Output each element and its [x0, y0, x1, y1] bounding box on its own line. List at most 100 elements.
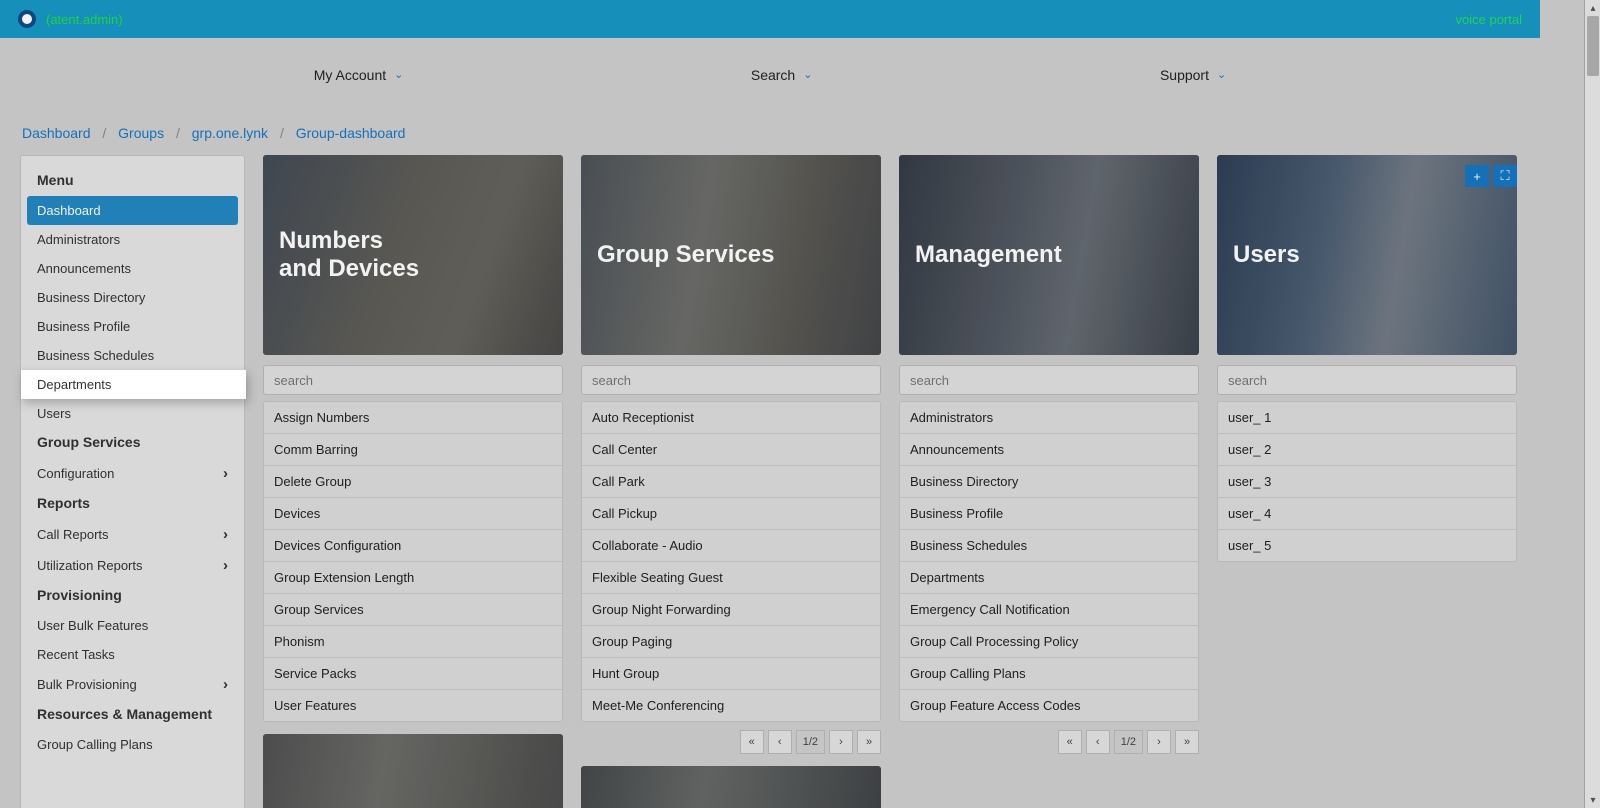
list-item[interactable]: Business Directory	[900, 466, 1198, 498]
column-hero[interactable]: Group Services	[581, 155, 881, 355]
nav-support[interactable]: Support ⌄	[1160, 67, 1226, 83]
sidebar-item[interactable]: Recent Tasks	[21, 640, 244, 669]
mini-hero-overlay	[581, 766, 881, 808]
hierarchy-icon[interactable]: ⛶	[1493, 165, 1517, 187]
list-item[interactable]: Administrators	[900, 402, 1198, 434]
list-item[interactable]: Emergency Call Notification	[900, 594, 1198, 626]
list-item[interactable]: user_ 3	[1218, 466, 1516, 498]
sidebar-item[interactable]: Business Schedules	[21, 341, 244, 370]
list-item[interactable]: Business Profile	[900, 498, 1198, 530]
pager-last[interactable]: »	[1175, 730, 1199, 754]
search-input[interactable]	[899, 365, 1199, 395]
sidebar-item-label: Call Reports	[37, 527, 109, 542]
list-item[interactable]: Departments	[900, 562, 1198, 594]
list-item[interactable]: Call Center	[582, 434, 880, 466]
sidebar-item-label: Recent Tasks	[37, 647, 115, 662]
scroll-up-icon[interactable]: ▴	[1585, 0, 1600, 16]
nav-my-account[interactable]: My Account ⌄	[314, 67, 404, 83]
sidebar-item[interactable]: Utilization Reports›	[21, 550, 244, 581]
sidebar-item[interactable]: Users	[21, 399, 244, 428]
nav-search[interactable]: Search ⌄	[751, 67, 813, 83]
list-item[interactable]: Group Services	[264, 594, 562, 626]
breadcrumb: Dashboard / Groups / grp.one.lynk / Grou…	[0, 111, 1540, 145]
list-item[interactable]: Announcements	[900, 434, 1198, 466]
list-item[interactable]: user_ 4	[1218, 498, 1516, 530]
sidebar-item[interactable]: User Bulk Features	[21, 611, 244, 640]
list-item[interactable]: Service Packs	[264, 658, 562, 690]
list-item[interactable]: Group Night Forwarding	[582, 594, 880, 626]
mini-hero[interactable]	[581, 766, 881, 808]
sidebar-item[interactable]: Business Profile	[21, 312, 244, 341]
list-item[interactable]: Call Pickup	[582, 498, 880, 530]
sidebar-section-title: Group Services	[21, 428, 244, 458]
sidebar-item[interactable]: Group Calling Plans	[21, 730, 244, 759]
list-item[interactable]: Assign Numbers	[264, 402, 562, 434]
page-scrollbar[interactable]: ▴ ▾	[1584, 0, 1600, 808]
column-title: Numbersand Devices	[279, 227, 419, 282]
portal-label[interactable]: voice portal	[1456, 12, 1522, 27]
list-item[interactable]: Group Extension Length	[264, 562, 562, 594]
sidebar-item[interactable]: Business Directory	[21, 283, 244, 312]
column-hero[interactable]: Management	[899, 155, 1199, 355]
list-item[interactable]: User Features	[264, 690, 562, 721]
column-search	[1217, 365, 1517, 395]
list-item[interactable]: Delete Group	[264, 466, 562, 498]
list-item[interactable]: user_ 1	[1218, 402, 1516, 434]
list-item[interactable]: Flexible Seating Guest	[582, 562, 880, 594]
sidebar: MenuDashboardAdministratorsAnnouncements…	[20, 155, 245, 808]
list-item[interactable]: Call Park	[582, 466, 880, 498]
list-item[interactable]: Devices	[264, 498, 562, 530]
add-icon[interactable]: +	[1465, 165, 1489, 187]
list-item[interactable]: Auto Receptionist	[582, 402, 880, 434]
list-item[interactable]: Meet-Me Conferencing	[582, 690, 880, 721]
sidebar-item[interactable]: Administrators	[21, 225, 244, 254]
pager-first[interactable]: «	[1058, 730, 1082, 754]
list-item[interactable]: Group Feature Access Codes	[900, 690, 1198, 721]
list-item[interactable]: user_ 5	[1218, 530, 1516, 561]
breadcrumb-groups[interactable]: Groups	[118, 125, 164, 141]
column-hero[interactable]: Numbersand Devices	[263, 155, 563, 355]
pager-next[interactable]: ›	[1147, 730, 1171, 754]
dashboard-column: Numbersand Devices Assign NumbersComm Bar…	[263, 155, 563, 808]
list-item[interactable]: Phonism	[264, 626, 562, 658]
sidebar-item[interactable]: Announcements	[21, 254, 244, 283]
pager-last[interactable]: »	[857, 730, 881, 754]
scroll-thumb[interactable]	[1587, 16, 1599, 76]
sidebar-item[interactable]: Call Reports›	[21, 519, 244, 550]
list-item[interactable]: Group Calling Plans	[900, 658, 1198, 690]
pager: «‹1/2›»	[581, 730, 881, 754]
chevron-down-icon: ⌄	[394, 68, 403, 81]
sidebar-item[interactable]: Departments	[21, 370, 246, 399]
list-item[interactable]: Devices Configuration	[264, 530, 562, 562]
list-item[interactable]: Group Call Processing Policy	[900, 626, 1198, 658]
sidebar-item-label: Departments	[37, 377, 111, 392]
scroll-down-icon[interactable]: ▾	[1585, 792, 1600, 808]
list-item[interactable]: Hunt Group	[582, 658, 880, 690]
sidebar-item[interactable]: Dashboard	[27, 196, 238, 225]
dashboard-column: Group Services Auto ReceptionistCall Cent…	[581, 155, 881, 808]
sidebar-item[interactable]: Bulk Provisioning›	[21, 669, 244, 700]
dashboard-column: Users+⛶user_ 1user_ 2user_ 3user_ 4user_…	[1217, 155, 1517, 562]
nav-support-label: Support	[1160, 67, 1209, 83]
search-input[interactable]	[1217, 365, 1517, 395]
list-item[interactable]: user_ 2	[1218, 434, 1516, 466]
list-item[interactable]: Collaborate - Audio	[582, 530, 880, 562]
list-item[interactable]: Comm Barring	[264, 434, 562, 466]
pager-prev[interactable]: ‹	[768, 730, 792, 754]
pager-label: 1/2	[796, 730, 825, 754]
topbar: (atent.admin) voice portal	[0, 0, 1540, 38]
list-item[interactable]: Group Paging	[582, 626, 880, 658]
list-item[interactable]: Business Schedules	[900, 530, 1198, 562]
pager-first[interactable]: «	[740, 730, 764, 754]
sidebar-item-label: Group Calling Plans	[37, 737, 153, 752]
pager-prev[interactable]: ‹	[1086, 730, 1110, 754]
breadcrumb-group-id[interactable]: grp.one.lynk	[192, 125, 268, 141]
sidebar-item-label: Business Profile	[37, 319, 130, 334]
breadcrumb-dashboard[interactable]: Dashboard	[22, 125, 91, 141]
pager-next[interactable]: ›	[829, 730, 853, 754]
mini-hero[interactable]	[263, 734, 563, 808]
search-input[interactable]	[581, 365, 881, 395]
sidebar-item[interactable]: Configuration›	[21, 458, 244, 489]
breadcrumb-current[interactable]: Group-dashboard	[296, 125, 406, 141]
search-input[interactable]	[263, 365, 563, 395]
